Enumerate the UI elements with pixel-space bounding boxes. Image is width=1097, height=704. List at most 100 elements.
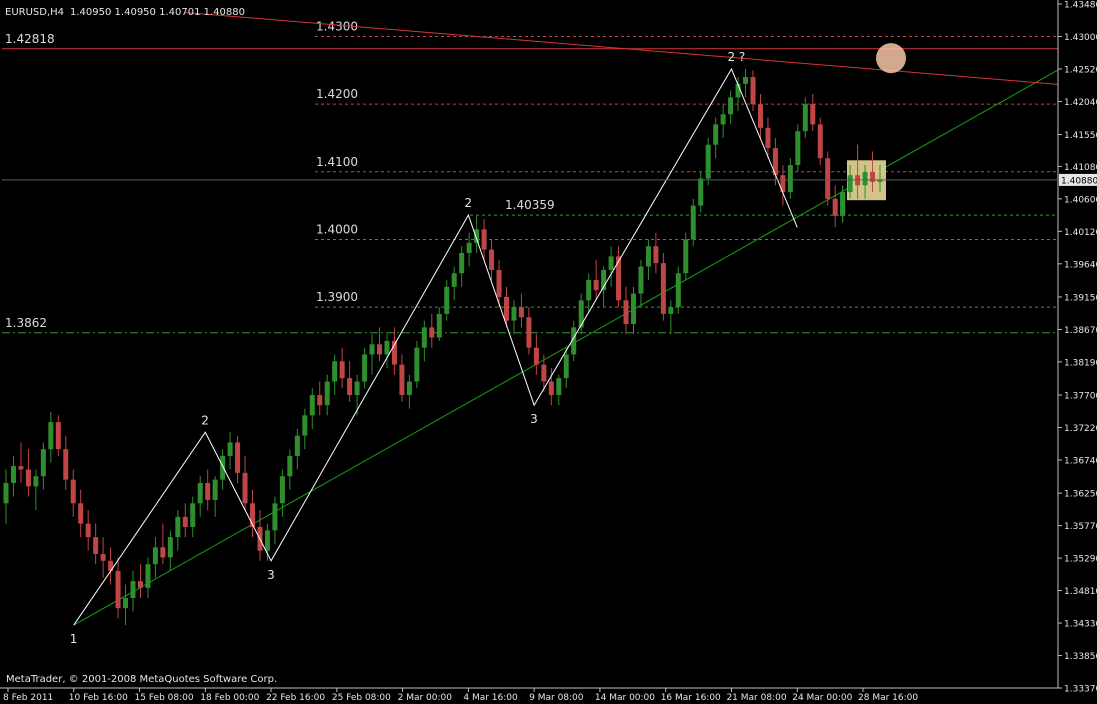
candle-body (197, 483, 203, 504)
candle-body (55, 422, 61, 450)
candle-body (48, 422, 54, 450)
candle-body (70, 479, 76, 504)
candle-body (362, 354, 368, 382)
candle-body (563, 354, 569, 379)
price-tick-label: 1.35770 (1064, 522, 1097, 532)
time-tick-label: 18 Feb 00:00 (200, 693, 259, 703)
time-tick-label: 24 Mar 00:00 (792, 693, 852, 703)
level-label: 1.3862 (5, 316, 47, 330)
level-label: 1.42818 (5, 32, 55, 46)
candle-body (690, 205, 696, 240)
candle-body (100, 554, 106, 561)
wave-path (73, 67, 798, 626)
time-tick-label: 14 Mar 00:00 (595, 693, 655, 703)
price-tick-label: 1.43480 (1064, 1, 1097, 11)
intersection-marker (876, 43, 906, 74)
candle-body (10, 466, 16, 484)
candle-body (616, 256, 622, 301)
price-tick-label: 1.39150 (1064, 293, 1097, 303)
metatrader-chart-window: 1.4300 1.4200 1.4100 1.40359 1.4000 1.3900 1.3… (0, 0, 1097, 704)
price-tick-label: 1.34330 (1064, 620, 1097, 630)
candle-body (18, 466, 24, 470)
price-tick-label: 1.40600 (1064, 195, 1097, 205)
candle-body (511, 307, 517, 321)
level-label: 1.40359 (505, 198, 555, 212)
time-tick-label: 16 Mar 16:00 (661, 693, 721, 703)
candle-body (436, 313, 442, 338)
support-trendline (73, 69, 1059, 626)
price-chart[interactable]: 1.43001.42001.41001.403591.40001.39001.3… (0, 0, 1097, 704)
wave-label: 1 (70, 632, 78, 646)
candle-body (832, 198, 838, 216)
candle-body (802, 104, 808, 132)
price-tick-label: 1.38190 (1064, 358, 1097, 368)
candle-body (130, 581, 136, 599)
candle-body (324, 381, 330, 406)
candle-body (220, 455, 226, 480)
price-tick-label: 1.37700 (1064, 392, 1097, 402)
candle-body (825, 158, 831, 199)
time-tick-label: 15 Feb 08:00 (135, 693, 194, 703)
candle-body (795, 131, 801, 166)
level-label: 1.3900 (316, 290, 358, 304)
candle-body (862, 171, 868, 186)
candle-body (623, 300, 629, 325)
candle-body (683, 239, 689, 274)
candle-body (369, 344, 375, 355)
candle-body (85, 523, 91, 538)
candle-body (675, 273, 681, 308)
price-tick-label: 1.36250 (1064, 490, 1097, 500)
price-tick-label: 1.38670 (1064, 326, 1097, 336)
time-tick-label: 28 Mar 16:00 (858, 693, 918, 703)
time-tick-label: 8 Feb 2011 (3, 693, 53, 703)
candle-body (750, 77, 756, 105)
candle-body (705, 144, 711, 179)
candle-body (384, 340, 390, 355)
price-tick-label: 1.33850 (1064, 652, 1097, 662)
candle-body (377, 344, 383, 355)
candle-body (548, 381, 554, 396)
price-tick-label: 1.37220 (1064, 424, 1097, 434)
price-tick-label: 1.40120 (1064, 228, 1097, 238)
candle-body (489, 249, 495, 270)
candle-body (414, 347, 420, 382)
candle-body (429, 327, 435, 338)
candle-body (765, 127, 771, 149)
candle-body (152, 547, 158, 565)
wave-label: 2 (201, 413, 209, 427)
candle-body (160, 547, 166, 558)
candle-body (235, 442, 241, 473)
price-tick-label: 1.33370 (1064, 685, 1097, 695)
level-label: 1.4000 (316, 222, 358, 236)
candle-body (645, 246, 651, 267)
candle-body (347, 378, 353, 396)
time-tick-label: 9 Mar 08:00 (529, 693, 584, 703)
price-tick-label: 1.42520 (1064, 65, 1097, 75)
candle-body (556, 378, 562, 396)
price-tick-label: 1.43000 (1064, 33, 1097, 43)
candle-body (743, 77, 749, 84)
copyright-label: MetaTrader, © 2001-2008 MetaQuotes Softw… (6, 674, 277, 685)
candle-body (840, 192, 846, 216)
candle-body (698, 178, 704, 206)
price-tick-label: 1.39640 (1064, 260, 1097, 270)
candle-body (653, 246, 659, 264)
price-tick-label: 1.41080 (1064, 163, 1097, 173)
candle-body (317, 395, 323, 406)
wave-label: 2 ? (727, 50, 745, 64)
wave-polyline (73, 67, 798, 626)
candle-body (541, 364, 547, 382)
candle-body (287, 455, 293, 477)
candle-body (810, 104, 816, 125)
price-tick-label: 1.35290 (1064, 555, 1097, 565)
candle-body (720, 114, 726, 125)
wave-label: 3 (530, 412, 538, 426)
price-tick-label: 1.36740 (1064, 457, 1097, 467)
candle-body (339, 361, 345, 379)
candle-body (354, 381, 360, 396)
symbol-label: EURUSD,H4 (5, 7, 64, 18)
quote-label: 1.40950 1.40950 1.40701 1.40880 (70, 7, 245, 18)
candle-body (503, 296, 509, 321)
time-tick-label: 22 Feb 16:00 (266, 693, 325, 703)
candle-body (518, 307, 524, 318)
